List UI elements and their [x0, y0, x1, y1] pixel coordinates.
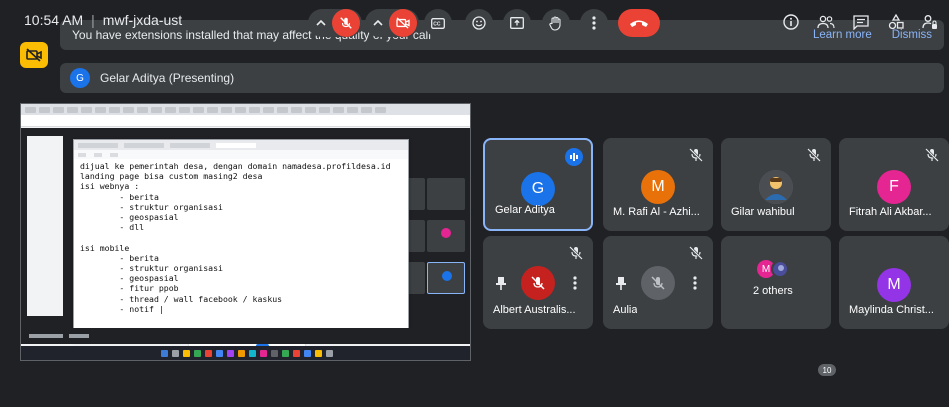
info-icon [783, 14, 799, 30]
chat-icon [853, 14, 869, 30]
meet-window: You have extensions installed that may a… [0, 0, 949, 407]
participant-tile-albert[interactable]: Albert Australis... [483, 236, 593, 329]
more-options-button[interactable] [685, 273, 705, 293]
shapes-icon [888, 14, 904, 30]
camera-control-group [365, 9, 419, 37]
mic-off-icon [340, 17, 352, 29]
participant-avatar: M [877, 268, 911, 302]
meeting-info: 10:54 AM | mwf-jxda-ust [24, 12, 182, 28]
extensions-banner: You have extensions installed that may a… [60, 20, 944, 50]
participant-tile-m-rafi[interactable]: M M. Rafi Al - Azhi... [603, 138, 713, 231]
chevron-up-icon [316, 20, 326, 26]
presenter-label: Gelar Aditya (Presenting) [100, 71, 235, 85]
present-screen-icon [510, 17, 524, 29]
participant-avatar: G [521, 172, 555, 206]
pin-button[interactable] [611, 273, 631, 293]
browser-address-bar [21, 115, 470, 127]
notepad-text[interactable]: dijual ke pemerintah desa, dengan domain… [74, 159, 408, 316]
raise-hand-icon [549, 15, 561, 31]
browser-tab-strip [21, 104, 470, 115]
chat-button[interactable] [851, 12, 871, 32]
participant-avatar: F [877, 170, 911, 204]
present-now-button[interactable] [503, 9, 531, 37]
participant-tile-gelar-aditya[interactable]: G Gelar Aditya [483, 138, 593, 231]
participant-tile-fitrah[interactable]: F Fitrah Ali Akbar... [839, 138, 949, 231]
shared-screen[interactable]: dijual ke pemerintah desa, dengan domain… [20, 103, 471, 361]
camera-options-chevron[interactable] [367, 20, 389, 26]
reactions-button[interactable] [465, 9, 493, 37]
pin-button[interactable] [491, 273, 511, 293]
meeting-details-button[interactable] [781, 12, 801, 32]
camera-toggle-button[interactable] [389, 9, 417, 37]
mic-off-icon [569, 246, 583, 260]
people-icon [817, 15, 835, 29]
participant-tile-gilar-wahibul[interactable]: Gilar wahibul [721, 138, 831, 231]
mic-options-chevron[interactable] [310, 20, 332, 26]
presenter-avatar: G [70, 68, 90, 88]
svg-text:CC: CC [433, 21, 441, 27]
others-avatar-2 [771, 260, 789, 278]
others-label: 2 others [753, 285, 793, 297]
mic-off-icon [651, 276, 665, 290]
lock-person-icon [922, 15, 937, 29]
closed-captions-icon: CC [431, 17, 445, 29]
hang-up-icon [630, 20, 648, 27]
windows-taskbar [21, 346, 470, 360]
participant-name: Albert Australis... [493, 304, 576, 316]
current-time: 10:54 AM [24, 12, 84, 28]
participant-name: M. Rafi Al - Azhi... [613, 206, 700, 218]
participant-tile-aulia[interactable]: Aulia [603, 236, 713, 329]
shared-left-panel [27, 136, 63, 316]
mic-control-group [308, 9, 362, 37]
meeting-code[interactable]: mwf-jxda-ust [103, 12, 182, 28]
more-vert-icon [693, 276, 697, 290]
pin-icon [496, 277, 506, 290]
participant-tile-others[interactable]: M 2 others [721, 236, 831, 329]
more-vert-icon [592, 16, 596, 30]
more-vert-icon [573, 276, 577, 290]
notepad-window[interactable]: dijual ke pemerintah desa, dengan domain… [73, 139, 409, 341]
mic-off-icon [689, 148, 703, 162]
camera-off-indicator[interactable] [20, 42, 48, 68]
mic-off-icon [531, 276, 545, 290]
notepad-menu [74, 150, 408, 159]
speaking-indicator-icon [565, 148, 583, 166]
more-options-button[interactable] [565, 273, 585, 293]
people-button[interactable] [816, 12, 836, 32]
pin-icon [616, 277, 626, 290]
participant-tile-maylinda[interactable]: M Maylinda Christ... [839, 236, 949, 329]
mic-off-icon [689, 246, 703, 260]
raise-hand-button[interactable] [542, 9, 570, 37]
mic-toggle-button[interactable] [332, 9, 360, 37]
mute-participant-button[interactable] [641, 266, 675, 300]
presenting-bar: G Gelar Aditya (Presenting) [60, 63, 944, 93]
mute-participant-button[interactable] [521, 266, 555, 300]
captions-button[interactable]: CC [424, 9, 452, 37]
participant-avatar: M [641, 170, 675, 204]
more-options-button[interactable] [580, 9, 608, 37]
video-off-icon [396, 17, 410, 29]
participant-name: Gilar wahibul [731, 206, 795, 218]
activities-button[interactable] [886, 12, 906, 32]
chevron-up-icon [373, 20, 383, 26]
mic-off-icon [925, 148, 939, 162]
tile-hover-controls [491, 266, 585, 300]
divider: | [91, 12, 95, 28]
participant-name: Fitrah Ali Akbar... [849, 206, 932, 218]
host-controls-button[interactable] [920, 12, 940, 32]
video-off-icon [26, 48, 42, 62]
participant-count-badge: 10 [818, 364, 836, 376]
leave-call-button[interactable] [618, 9, 660, 37]
tile-hover-controls [611, 266, 705, 300]
shared-meet-footer [21, 328, 470, 344]
shared-meet-view: dijual ke pemerintah desa, dengan domain… [21, 128, 470, 353]
notepad-titlebar [74, 140, 408, 150]
participant-name: Aulia [613, 304, 638, 316]
participant-name: Maylinda Christ... [849, 304, 934, 316]
emoji-icon [472, 16, 486, 30]
mic-off-icon [807, 148, 821, 162]
participant-photo [759, 170, 793, 204]
participant-name: Gelar Aditya [495, 204, 555, 216]
